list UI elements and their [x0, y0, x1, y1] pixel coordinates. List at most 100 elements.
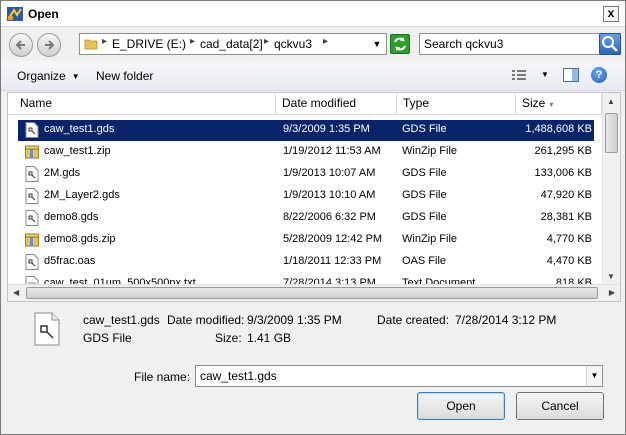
folder-icon: [84, 39, 98, 50]
file-date: 1/9/2013 10:10 AM: [283, 189, 376, 201]
breadcrumb-separator: ▸: [190, 36, 196, 47]
column-header-row: Name Date modified Type Size ▾: [8, 93, 602, 115]
filename-label: File name:: [134, 370, 191, 384]
table-row[interactable]: caw_test1.gds 9/3/2009 1:35 PM GDS File 1,4…: [8, 119, 602, 141]
sort-descending-icon: ▾: [549, 100, 554, 109]
vertical-scroll-thumb[interactable]: [605, 113, 618, 153]
gds-file-icon: [25, 188, 39, 204]
details-size-value: 1.41 GB: [247, 331, 292, 345]
chevron-down-icon: ▼: [71, 72, 80, 81]
column-header-date[interactable]: Date modified: [276, 93, 397, 115]
arrow-left-icon: [15, 40, 25, 50]
breadcrumb-separator: ▸: [323, 36, 329, 47]
gds-file-icon: [25, 166, 39, 182]
view-options-icon[interactable]: [512, 69, 526, 81]
details-size-label: Size:: [215, 331, 242, 345]
close-button[interactable]: x: [603, 6, 619, 22]
table-row[interactable]: 2M_Layer2.gds 1/9/2013 10:10 AM GDS File 47…: [8, 185, 602, 207]
file-size: 4,470 KB: [546, 255, 592, 267]
app-icon: [7, 7, 23, 21]
preview-pane-icon[interactable]: [563, 68, 579, 82]
file-date: 1/19/2012 11:53 AM: [283, 145, 381, 157]
table-row[interactable]: demo8.gds.zip 5/28/2009 12:42 PM WinZip Fi…: [8, 229, 602, 251]
file-date: 5/28/2009 12:42 PM: [283, 233, 383, 245]
file-date: 8/22/2006 6:32 PM: [283, 211, 376, 223]
file-size: 28,381 KB: [540, 211, 592, 223]
chevron-down-icon[interactable]: ▼: [370, 35, 384, 53]
breadcrumb-cad-data[interactable]: cad_data[2]: [200, 37, 263, 51]
details-type: GDS File: [83, 331, 132, 345]
file-date: 1/9/2013 10:07 AM: [283, 167, 376, 179]
breadcrumb-separator: ▸: [102, 36, 108, 47]
table-row[interactable]: 2M.gds 1/9/2013 10:07 AM GDS File 133,006 K…: [8, 163, 602, 185]
column-header-type-label: Type: [403, 96, 430, 110]
organize-menu[interactable]: Organize ▼: [17, 69, 80, 83]
column-header-name-label: Name: [20, 96, 53, 110]
scroll-left-icon[interactable]: ◀: [13, 288, 19, 297]
breadcrumb-qckvu3[interactable]: qckvu3: [274, 37, 312, 51]
file-name: d5frac.oas: [44, 255, 96, 267]
horizontal-scroll-thumb[interactable]: [26, 287, 598, 299]
address-bar[interactable]: ▸ E_DRIVE (E:) ▸ cad_data[2] ▸ qckvu3 ▸ …: [79, 33, 387, 55]
search-placeholder: Search qckvu3: [424, 37, 504, 51]
file-name: 2M.gds: [44, 167, 81, 179]
address-row: ▸ E_DRIVE (E:) ▸ cad_data[2] ▸ qckvu3 ▸ …: [1, 28, 625, 60]
scroll-right-icon[interactable]: ▶: [609, 288, 615, 297]
file-size: 261,295 KB: [534, 145, 593, 157]
file-type: GDS File: [402, 167, 447, 179]
file-name: caw_test1.gds: [44, 123, 115, 135]
file-size: 133,006 KB: [534, 167, 593, 179]
chevron-down-icon[interactable]: ▼: [586, 366, 602, 386]
chevron-down-icon[interactable]: ▼: [541, 70, 549, 79]
open-button[interactable]: Open: [417, 392, 505, 420]
file-type: WinZip File: [402, 145, 458, 157]
search-button[interactable]: [599, 33, 621, 55]
vertical-scrollbar[interactable]: ▲ ▼: [602, 93, 620, 285]
file-type: GDS File: [402, 189, 447, 201]
file-date: 1/18/2011 12:33 PM: [283, 255, 382, 267]
cancel-button[interactable]: Cancel: [516, 392, 604, 420]
column-header-date-label: Date modified: [282, 96, 357, 110]
details-created-value: 7/28/2014 3:12 PM: [455, 313, 557, 327]
breadcrumb-separator: ▸: [264, 36, 270, 47]
column-header-size-label: Size: [522, 96, 546, 110]
file-name: caw_test1.zip: [44, 145, 111, 157]
back-button[interactable]: [9, 33, 33, 57]
table-row[interactable]: d5frac.oas 1/18/2011 12:33 PM OAS File 4,47…: [8, 251, 602, 273]
refresh-button[interactable]: [390, 34, 410, 54]
column-header-size[interactable]: Size ▾: [516, 93, 602, 115]
help-icon[interactable]: ?: [591, 67, 607, 83]
file-size: 1,488,608 KB: [525, 123, 592, 135]
forward-button[interactable]: [37, 33, 61, 57]
window-title: Open: [28, 7, 59, 21]
zip-file-icon: [25, 233, 39, 247]
details-pane: caw_test1.gds GDS File Date modified: 9/…: [7, 304, 621, 354]
gds-file-icon: [34, 312, 60, 346]
horizontal-scrollbar[interactable]: ◀ ▶: [8, 284, 620, 301]
open-dialog: Open x ▸ E_DRIVE (E:) ▸ cad_data[2] ▸ qc…: [0, 0, 626, 435]
file-type: WinZip File: [402, 233, 458, 245]
details-modified-label: Date modified:: [167, 313, 245, 327]
oas-file-icon: [25, 254, 39, 270]
file-name: 2M_Layer2.gds: [44, 189, 120, 201]
scroll-down-icon[interactable]: ▼: [607, 272, 615, 281]
filename-value: caw_test1.gds: [200, 369, 277, 383]
details-created-label: Date created:: [377, 313, 450, 327]
new-folder-button[interactable]: New folder: [96, 69, 153, 83]
breadcrumb-drive[interactable]: E_DRIVE (E:): [112, 37, 186, 51]
file-size: 4,770 KB: [546, 233, 592, 245]
title-bar: Open x: [1, 1, 625, 27]
file-date: 9/3/2009 1:35 PM: [283, 123, 370, 135]
table-row[interactable]: demo8.gds 8/22/2006 6:32 PM GDS File 28,381…: [8, 207, 602, 229]
column-header-type[interactable]: Type: [397, 93, 516, 115]
file-name: demo8.gds: [44, 211, 99, 223]
file-size: 47,920 KB: [540, 189, 592, 201]
table-row[interactable]: caw_test1.zip 1/19/2012 11:53 AM WinZip Fi…: [8, 141, 602, 163]
file-type: GDS File: [402, 211, 447, 223]
scroll-up-icon[interactable]: ▲: [607, 97, 615, 106]
filename-field[interactable]: caw_test1.gds ▼: [195, 365, 603, 387]
arrow-right-icon: [45, 40, 55, 50]
column-header-name[interactable]: Name: [14, 93, 276, 115]
file-name: demo8.gds.zip: [44, 233, 116, 245]
search-input[interactable]: Search qckvu3: [419, 33, 621, 55]
